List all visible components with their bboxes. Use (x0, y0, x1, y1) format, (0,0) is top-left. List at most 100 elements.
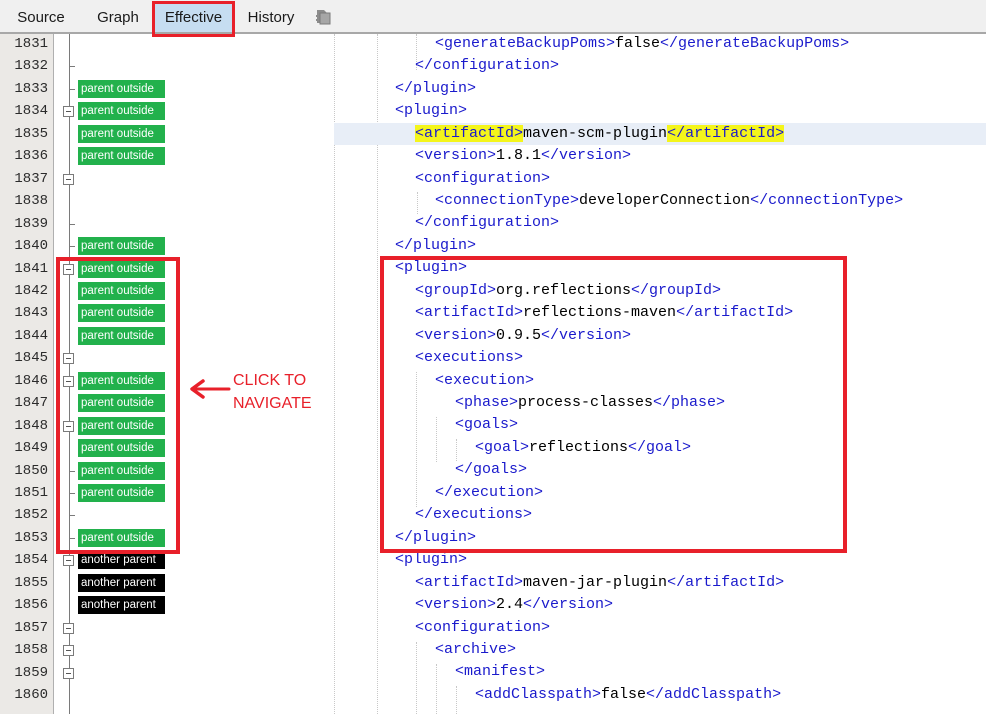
code-line[interactable]: </execution> (334, 482, 986, 505)
line-number: 1835 (14, 125, 48, 142)
tab-source[interactable]: Source (6, 4, 76, 32)
code-line[interactable]: <configuration> (334, 617, 986, 640)
code-line[interactable]: </goals> (334, 459, 986, 482)
code-line[interactable]: <artifactId>reflections-maven</artifactI… (334, 302, 986, 325)
code-line[interactable]: <version>0.9.5</version> (334, 325, 986, 348)
parent-outside-badge[interactable]: parent outside (78, 304, 165, 322)
code-line[interactable]: <manifest> (334, 661, 986, 684)
code-line[interactable]: <configuration> (334, 168, 986, 191)
code-line[interactable]: <plugin> (334, 257, 986, 280)
xml-tag: </artifactId> (667, 124, 785, 142)
xml-tag: <configuration> (415, 618, 551, 636)
xml-tag: <configuration> (415, 169, 551, 187)
parent-outside-badge[interactable]: parent outside (78, 484, 165, 502)
collapse-toggle-icon[interactable] (63, 376, 74, 387)
xml-code-editor[interactable]: <generateBackupPoms>false</generateBacku… (334, 34, 986, 714)
xml-tag: </plugin> (395, 528, 477, 546)
line-number: 1858 (14, 642, 48, 659)
parent-outside-badge[interactable]: parent outside (78, 327, 165, 345)
another-parent-badge[interactable]: another parent (78, 596, 165, 614)
tab-effective[interactable]: Effective (155, 4, 232, 32)
xml-tag: </generateBackupPoms> (660, 34, 850, 52)
code-line[interactable]: <generateBackupPoms>false</generateBacku… (334, 33, 986, 56)
parent-outside-badge[interactable]: parent outside (78, 260, 165, 278)
xml-text-value: 1.8.1 (496, 147, 542, 165)
xml-tag: <artifactId> (415, 304, 524, 322)
xml-tag: </version> (541, 326, 632, 344)
xml-tag: <goals> (455, 416, 519, 434)
another-parent-badge[interactable]: another parent (78, 551, 165, 569)
parent-outside-badge[interactable]: parent outside (78, 147, 165, 165)
parent-outside-badge[interactable]: parent outside (78, 462, 165, 480)
tab-history[interactable]: History (238, 4, 304, 32)
another-parent-badge[interactable]: another parent (78, 574, 165, 592)
xml-text-value: false (615, 34, 661, 52)
code-line[interactable]: <version>1.8.1</version> (334, 145, 986, 168)
code-line[interactable]: <plugin> (334, 100, 986, 123)
collapse-toggle-icon[interactable] (63, 106, 74, 117)
hierarchy-tree-line (69, 34, 70, 714)
code-line[interactable]: </plugin> (334, 527, 986, 550)
xml-text-value: org.reflections (496, 281, 632, 299)
tab-graph[interactable]: Graph (84, 4, 152, 32)
xml-tag: <phase> (455, 394, 519, 411)
code-line[interactable]: <groupId>org.reflections</groupId> (334, 280, 986, 303)
document-copy-icon[interactable] (314, 8, 332, 26)
tree-connector (69, 246, 75, 247)
code-line[interactable]: </configuration> (334, 212, 986, 235)
code-line[interactable]: <addClasspath>false</addClasspath> (334, 684, 986, 707)
code-line[interactable]: <connectionType>developerConnection</con… (334, 190, 986, 213)
xml-tag: <archive> (435, 640, 517, 658)
code-line[interactable]: <goals> (334, 414, 986, 437)
xml-tag: </version> (541, 147, 632, 165)
parent-outside-badge[interactable]: parent outside (78, 394, 165, 412)
code-line[interactable]: </plugin> (334, 78, 986, 101)
xml-tag: </groupId> (631, 281, 722, 299)
xml-tag: </plugin> (395, 236, 477, 254)
line-number: 1837 (14, 170, 48, 187)
line-number: 1844 (14, 327, 48, 344)
parent-outside-badge[interactable]: parent outside (78, 102, 165, 120)
xml-tag: </executions> (415, 506, 533, 524)
code-line[interactable]: <version>2.4</version> (334, 594, 986, 617)
xml-tag: </configuration> (415, 214, 560, 232)
line-number: 1854 (14, 552, 48, 569)
code-line[interactable]: <phase>process-classes</phase> (334, 392, 986, 415)
code-line[interactable]: <executions> (334, 347, 986, 370)
code-line[interactable]: <artifactId>maven-scm-plugin</artifactId… (334, 122, 986, 146)
parent-outside-badge[interactable]: parent outside (78, 237, 165, 255)
code-line[interactable]: </configuration> (334, 55, 986, 78)
parent-outside-badge[interactable]: parent outside (78, 282, 165, 300)
parent-outside-badge[interactable]: parent outside (78, 417, 165, 435)
code-line[interactable]: <goal>reflections</goal> (334, 437, 986, 460)
xml-tag: <generateBackupPoms> (435, 34, 616, 52)
collapse-toggle-icon[interactable] (63, 421, 74, 432)
collapse-toggle-icon[interactable] (63, 645, 74, 656)
collapse-toggle-icon[interactable] (63, 353, 74, 364)
parent-outside-badge[interactable]: parent outside (78, 372, 165, 390)
code-line[interactable]: <plugin> (334, 549, 986, 572)
tree-connector (69, 224, 75, 225)
code-line[interactable]: <archive> (334, 639, 986, 662)
xml-tag: <executions> (415, 349, 524, 367)
xml-tag: </artifactId> (676, 304, 794, 322)
parent-outside-badge[interactable]: parent outside (78, 529, 165, 547)
tree-connector (69, 89, 75, 90)
line-number: 1860 (14, 687, 48, 704)
line-number: 1852 (14, 507, 48, 524)
code-line[interactable]: <artifactId>maven-jar-plugin</artifactId… (334, 572, 986, 595)
collapse-toggle-icon[interactable] (63, 264, 74, 275)
collapse-toggle-icon[interactable] (63, 668, 74, 679)
parent-outside-badge[interactable]: parent outside (78, 125, 165, 143)
code-line[interactable]: <execution> (334, 370, 986, 393)
line-number-gutter: 1831 1832 1833 1834 1835 1836 1837 1838 1839 1840… (0, 34, 54, 714)
code-line[interactable]: </plugin> (334, 235, 986, 258)
parent-outside-badge[interactable]: parent outside (78, 80, 165, 98)
parent-outside-badge[interactable]: parent outside (78, 439, 165, 457)
collapse-toggle-icon[interactable] (63, 174, 74, 185)
xml-text-value: reflections-maven (523, 304, 677, 322)
collapse-toggle-icon[interactable] (63, 555, 74, 566)
xml-tag: <execution> (435, 371, 535, 389)
code-line[interactable]: </executions> (334, 504, 986, 527)
collapse-toggle-icon[interactable] (63, 623, 74, 634)
